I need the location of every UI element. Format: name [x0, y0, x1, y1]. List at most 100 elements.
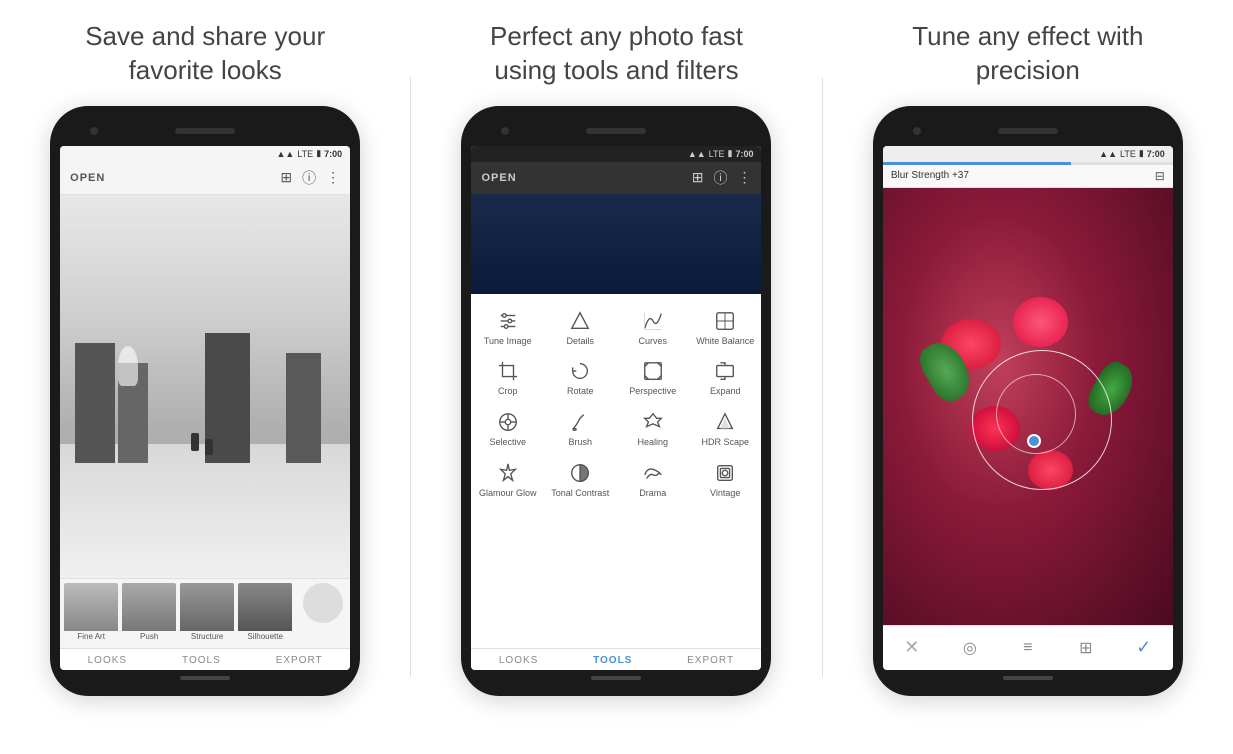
phone2-bottom-bar	[471, 674, 761, 682]
lte-label-3: LTE	[1120, 149, 1136, 159]
tool-tune-label: Tune Image	[484, 336, 532, 347]
tool-crop[interactable]: Crop	[471, 352, 544, 403]
bottom-nav-2: LOOKS TOOLS EXPORT	[471, 648, 761, 670]
tool-tune-image[interactable]: Tune Image	[471, 302, 544, 353]
tool-wb-label: White Balance	[696, 336, 754, 347]
panel3-title: Tune any effect with precision	[912, 20, 1143, 88]
tool-hdr-label: HDR Scape	[701, 437, 749, 448]
look-push[interactable]: Push	[122, 583, 176, 643]
nav-looks-2[interactable]: LOOKS	[499, 655, 538, 666]
layers-icon-3[interactable]: ⊞	[1072, 634, 1100, 662]
tool-drama[interactable]: Drama	[616, 454, 689, 505]
tool-vintage[interactable]: Vintage	[689, 454, 762, 505]
tool-hdr-scape[interactable]: HDR Scape	[689, 403, 762, 454]
photo-flowers	[883, 188, 1173, 625]
building-1	[75, 343, 115, 463]
tool-healing[interactable]: Healing	[616, 403, 689, 454]
nav-looks-1[interactable]: LOOKS	[88, 655, 127, 666]
phone3-speaker	[998, 128, 1058, 134]
building-4	[286, 353, 321, 463]
tool-perspective[interactable]: Perspective	[616, 352, 689, 403]
nav-export-2[interactable]: EXPORT	[687, 655, 734, 666]
status-time: 7:00	[324, 149, 342, 159]
info-icon-2[interactable]: ⓘ	[713, 168, 727, 188]
blur-strength-label: Blur Strength +37	[891, 170, 969, 181]
tool-rotate-label: Rotate	[567, 386, 594, 397]
look-structure[interactable]: Structure	[180, 583, 234, 643]
phone2-status-bar: ▲▲ LTE ▮ 7:00	[471, 146, 761, 162]
tool-glamour-label: Glamour Glow	[479, 488, 537, 499]
photo-bw	[60, 195, 350, 578]
tool-expand-label: Expand	[710, 386, 741, 397]
look-silhouette-label: Silhouette	[238, 632, 292, 641]
nav-tools-1[interactable]: TOOLS	[182, 655, 221, 666]
status-time-3: 7:00	[1147, 149, 1165, 159]
home-indicator-2	[591, 676, 641, 680]
look-empty[interactable]	[296, 583, 350, 643]
phone-1: ▲▲ LTE ▮ 7:00 OPEN ⊞ ⓘ ⋮	[50, 106, 360, 696]
phone3-screen: ▲▲ LTE ▮ 7:00 Blur Strength +37 ⊟	[883, 146, 1173, 670]
close-button[interactable]: ✕	[898, 634, 926, 662]
city-scene	[60, 195, 350, 578]
tool-rotate[interactable]: Rotate	[544, 352, 617, 403]
tool-vintage-label: Vintage	[710, 488, 740, 499]
phone1-screen: ▲▲ LTE ▮ 7:00 OPEN ⊞ ⓘ ⋮	[60, 146, 350, 670]
tool-expand[interactable]: Expand	[689, 352, 762, 403]
phone1-bottom-bar	[60, 674, 350, 682]
panel-precision: Tune any effect with precision ▲▲ LTE ▮ …	[823, 0, 1233, 696]
tool-white-balance[interactable]: White Balance	[689, 302, 762, 353]
info-icon[interactable]: ⓘ	[302, 168, 316, 188]
phone1-speaker	[175, 128, 235, 134]
petal-3	[1013, 297, 1068, 347]
checkmark-button[interactable]: ✓	[1130, 634, 1158, 662]
home-indicator-3	[1003, 676, 1053, 680]
status-time-2: 7:00	[735, 149, 753, 159]
signal-icon-3: ▲▲	[1099, 149, 1117, 159]
phone3-bottom-bar	[883, 674, 1173, 682]
tools-grid: Tune Image Details C	[471, 294, 761, 513]
tool-details[interactable]: Details	[544, 302, 617, 353]
look-push-label: Push	[122, 632, 176, 641]
blur-strength-bar: Blur Strength +37 ⊟	[883, 165, 1173, 188]
home-indicator-1	[180, 676, 230, 680]
tool-brush-label: Brush	[568, 437, 592, 448]
lte-label-2: LTE	[709, 149, 725, 159]
looks-strip: Fine Art Push Structure Silhouette	[60, 578, 350, 648]
look-fine-art[interactable]: Fine Art	[64, 583, 118, 643]
tool-selective[interactable]: Selective	[471, 403, 544, 454]
phone-2: ▲▲ LTE ▮ 7:00 OPEN ⊞ ⓘ ⋮	[461, 106, 771, 696]
panel2-title: Perfect any photo fast using tools and f…	[490, 20, 743, 88]
layers-icon-2[interactable]: ⊞	[692, 169, 704, 186]
tool-curves[interactable]: Curves	[616, 302, 689, 353]
battery-icon-3: ▮	[1139, 148, 1144, 159]
photo-dark	[471, 194, 761, 294]
panel1-title: Save and share your favorite looks	[85, 20, 325, 88]
phone-3: ▲▲ LTE ▮ 7:00 Blur Strength +37 ⊟	[873, 106, 1183, 696]
open-button-2[interactable]: OPEN	[481, 172, 516, 184]
tool-brush[interactable]: Brush	[544, 403, 617, 454]
panel-tools: Perfect any photo fast using tools and f…	[411, 0, 821, 696]
split-view-icon[interactable]: ⊟	[1155, 169, 1165, 183]
battery-icon-2: ▮	[728, 148, 733, 159]
more-vert-icon[interactable]: ⋮	[326, 169, 340, 186]
phone2-camera	[501, 127, 509, 135]
tool-glamour-glow[interactable]: Glamour Glow	[471, 454, 544, 505]
target-icon[interactable]: ◎	[956, 634, 984, 662]
phone2-top-bar	[471, 120, 761, 142]
nav-tools-2[interactable]: TOOLS	[593, 655, 632, 666]
sliders-icon[interactable]: ≡	[1014, 634, 1042, 662]
bottom-nav-1: LOOKS TOOLS EXPORT	[60, 648, 350, 670]
phone3-status-bar: ▲▲ LTE ▮ 7:00	[883, 146, 1173, 162]
phone2-app-bar: OPEN ⊞ ⓘ ⋮	[471, 162, 761, 194]
nav-export-1[interactable]: EXPORT	[276, 655, 323, 666]
panel-save-share: Save and share your favorite looks ▲▲ LT…	[0, 0, 410, 696]
blur-center-dot[interactable]	[1027, 434, 1041, 448]
snow-ground	[60, 444, 350, 578]
figure-2	[205, 439, 213, 455]
layers-icon[interactable]: ⊞	[280, 169, 292, 186]
open-button[interactable]: OPEN	[70, 172, 105, 184]
more-vert-icon-2[interactable]: ⋮	[737, 169, 751, 186]
tool-tonal-contrast[interactable]: Tonal Contrast	[544, 454, 617, 505]
look-silhouette[interactable]: Silhouette	[238, 583, 292, 643]
phone1-app-bar: OPEN ⊞ ⓘ ⋮	[60, 162, 350, 195]
